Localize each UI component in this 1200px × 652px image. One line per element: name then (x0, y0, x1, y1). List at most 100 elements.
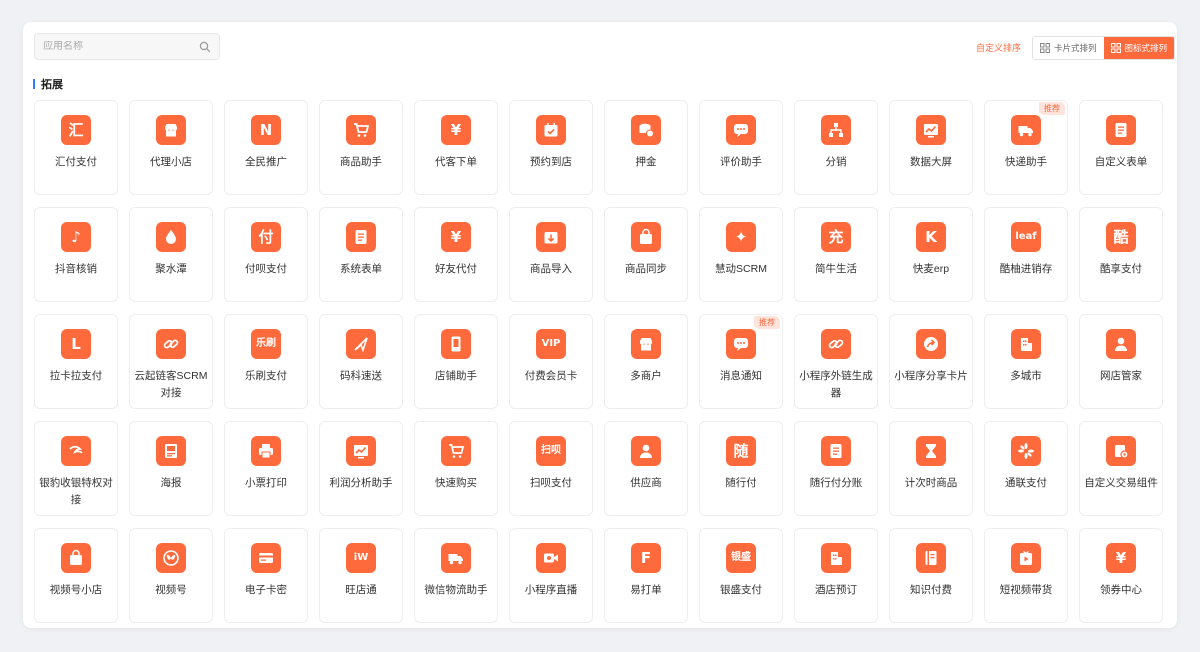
app-icon-chat-icon (726, 115, 756, 145)
app-card[interactable]: 数据大屏 (889, 100, 973, 195)
app-card[interactable]: 供应商 (604, 421, 688, 516)
search-input[interactable] (35, 41, 199, 52)
app-card[interactable]: 预约到店 (509, 100, 593, 195)
app-card[interactable]: 自定义表单 (1079, 100, 1163, 195)
app-label: 电子卡密 (245, 584, 287, 596)
app-label: 系统表单 (340, 263, 382, 275)
app-label: 利润分析助手 (329, 477, 393, 489)
search-box[interactable] (34, 33, 220, 60)
app-label: 拉卡拉支付 (49, 370, 103, 382)
app-card[interactable]: 自定义交易组件 (1079, 421, 1163, 516)
app-icon-wave-icon (61, 436, 91, 466)
app-card[interactable]: 押金 (604, 100, 688, 195)
app-icon-user-icon (1106, 329, 1136, 359)
app-label: 网店管家 (1100, 370, 1142, 382)
app-card[interactable]: 小程序分享卡片 (889, 314, 973, 409)
app-icon-card-icon (251, 543, 281, 573)
app-card[interactable]: 店铺助手 (414, 314, 498, 409)
app-icon-cart-icon (346, 115, 376, 145)
app-icon-truck-icon (441, 543, 471, 573)
app-card[interactable]: 短视频带货 (984, 528, 1068, 623)
app-icon-building-icon (1011, 329, 1041, 359)
app-card[interactable]: 海报 (129, 421, 213, 516)
app-label: 扫呗支付 (530, 477, 572, 489)
app-card[interactable]: 小程序直播 (509, 528, 593, 623)
app-card[interactable]: 多城市 (984, 314, 1068, 409)
app-card[interactable]: 消息通知 推荐 (699, 314, 783, 409)
app-label: 随行付分账 (809, 477, 863, 489)
app-card[interactable]: 充简牛生活 (794, 207, 878, 302)
app-label: 多商户 (630, 370, 662, 382)
icon-view-button[interactable]: 图标式排列 (1103, 37, 1175, 59)
app-label: 数据大屏 (910, 156, 952, 168)
app-card[interactable]: 小程序外链生成器 (794, 314, 878, 409)
app-card[interactable]: 扫呗 扫呗支付 (509, 421, 593, 516)
app-card[interactable]: 酷酷享支付 (1079, 207, 1163, 302)
app-label: 店铺助手 (435, 370, 477, 382)
app-card[interactable]: 快速购买 (414, 421, 498, 516)
app-card[interactable]: 码科速送 (319, 314, 403, 409)
app-card[interactable]: ¥ 领券中心 (1079, 528, 1163, 623)
app-card[interactable]: 云起链客SCRM对接 (129, 314, 213, 409)
app-icon-cart-icon (441, 436, 471, 466)
app-card[interactable]: 银豹收银特权对接 (34, 421, 118, 516)
search-icon[interactable] (199, 41, 211, 53)
app-card[interactable]: 商品同步 (604, 207, 688, 302)
app-card[interactable]: 利润分析助手 (319, 421, 403, 516)
app-card[interactable]: ♪ 抖音核销 (34, 207, 118, 302)
app-card[interactable]: ✦ 慧动SCRM (699, 207, 783, 302)
app-label: 小程序直播 (524, 584, 578, 596)
app-card[interactable]: ¥ 好友代付 (414, 207, 498, 302)
app-card[interactable]: 银盛 银盛支付 (699, 528, 783, 623)
app-card[interactable]: 随随行付 (699, 421, 783, 516)
app-card[interactable]: 知识付费 (889, 528, 973, 623)
app-card[interactable]: 计次时商品 (889, 421, 973, 516)
app-card[interactable]: 快递助手 推荐 (984, 100, 1068, 195)
recommend-badge: 推荐 (754, 316, 780, 329)
app-card[interactable]: 商品导入 (509, 207, 593, 302)
app-card[interactable]: 小票打印 (224, 421, 308, 516)
section-title: 拓展 (33, 76, 63, 92)
app-card[interactable]: 汇汇付支付 (34, 100, 118, 195)
app-card[interactable]: 系统表单 (319, 207, 403, 302)
app-card[interactable]: 通联支付 (984, 421, 1068, 516)
app-card[interactable]: 乐刷 乐刷支付 (224, 314, 308, 409)
app-card[interactable]: 视频号小店 (34, 528, 118, 623)
app-card[interactable]: leaf 酷柚进销存 (984, 207, 1068, 302)
app-label: 分销 (825, 156, 847, 168)
app-card[interactable]: 评价助手 (699, 100, 783, 195)
app-card[interactable]: 分销 (794, 100, 878, 195)
app-card[interactable]: 付付呗支付 (224, 207, 308, 302)
app-icon-bag-icon (61, 543, 91, 573)
app-label: 抖音核销 (55, 263, 97, 275)
app-card[interactable]: ¥ 代客下单 (414, 100, 498, 195)
app-card[interactable]: 多商户 (604, 314, 688, 409)
app-icon-glyph-icon: 充 (821, 222, 851, 252)
app-label: 乐刷支付 (245, 370, 287, 382)
app-card[interactable]: 聚水潭 (129, 207, 213, 302)
app-card[interactable]: iW 旺店通 (319, 528, 403, 623)
app-icon-glyph-icon: VIP (536, 329, 566, 359)
app-card[interactable]: 代理小店 (129, 100, 213, 195)
app-label: 酷享支付 (1100, 263, 1142, 275)
custom-sort-link[interactable]: 自定义排序 (976, 41, 1021, 54)
app-card[interactable]: 视频号 (129, 528, 213, 623)
app-label: 快递助手 (1005, 156, 1047, 168)
app-card[interactable]: L 拉卡拉支付 (34, 314, 118, 409)
app-card[interactable]: 网店管家 (1079, 314, 1163, 409)
card-view-button[interactable]: 卡片式排列 (1033, 37, 1104, 59)
app-card[interactable]: VIP 付费会员卡 (509, 314, 593, 409)
app-card[interactable]: F 易打单 (604, 528, 688, 623)
app-card[interactable]: 随行付分账 (794, 421, 878, 516)
app-card[interactable]: 电子卡密 (224, 528, 308, 623)
app-card[interactable]: K 快麦erp (889, 207, 973, 302)
app-card[interactable]: N 全民推广 (224, 100, 308, 195)
app-icon-glyph-icon: 乐刷 (251, 329, 281, 359)
app-icon-glyph-icon: iW (346, 543, 376, 573)
app-icon-camera-icon (536, 543, 566, 573)
app-card[interactable]: 微信物流助手 (414, 528, 498, 623)
app-card[interactable]: 商品助手 (319, 100, 403, 195)
recommend-badge: 推荐 (1039, 102, 1065, 115)
app-label: 酷柚进销存 (999, 263, 1053, 275)
app-card[interactable]: 酒店预订 (794, 528, 878, 623)
